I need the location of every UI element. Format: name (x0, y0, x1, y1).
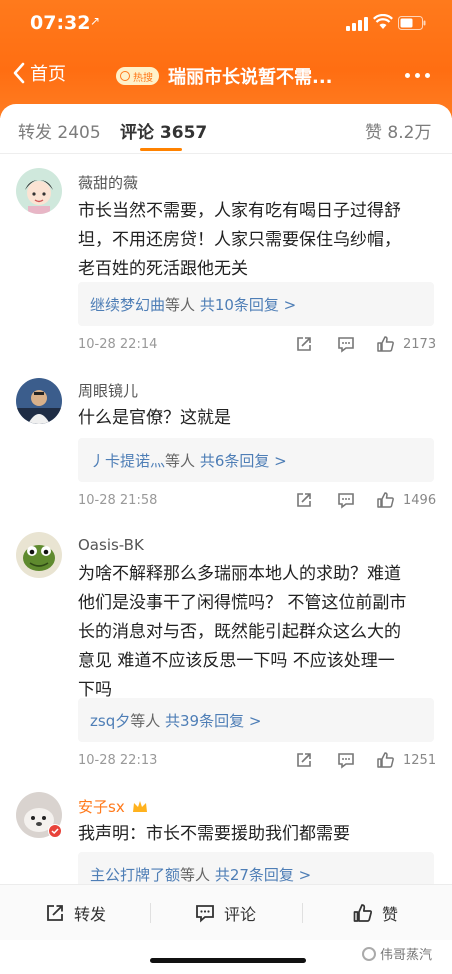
comment-text: 我声明：市长不需要援助我们都需要 (78, 824, 350, 844)
verified-badge-icon (48, 824, 62, 838)
hot-badge-label: 热搜 (133, 72, 153, 84)
status-bar: 07:32 ↗ (0, 0, 452, 48)
crown-icon (133, 801, 148, 812)
tab-repost[interactable]: 转发 2405 (18, 118, 101, 143)
active-tab-indicator (140, 148, 182, 151)
share-icon[interactable] (294, 750, 314, 770)
username[interactable]: 安子sx (78, 796, 148, 817)
username[interactable]: 薇甜的薇 (78, 172, 138, 193)
repost-button[interactable]: 转发 (44, 901, 106, 925)
divider (302, 903, 303, 923)
comment-icon[interactable] (336, 750, 356, 770)
cellular-signal-icon (346, 17, 368, 31)
like-button[interactable]: 赞 (352, 901, 398, 925)
watermark: 伟哥蒸汽 (362, 944, 432, 963)
share-icon[interactable] (294, 334, 314, 354)
avatar[interactable] (16, 378, 62, 424)
like-count: 1496 (403, 493, 437, 508)
hot-search-badge[interactable]: 热搜 (116, 67, 159, 85)
comment-icon[interactable] (336, 334, 356, 354)
back-label: 首页 (30, 64, 66, 85)
thumbs-up-icon[interactable] (376, 334, 396, 354)
thumbs-up-icon[interactable] (376, 490, 396, 510)
wifi-icon (373, 14, 393, 29)
like-count: 2173 (403, 337, 437, 352)
reply-summary[interactable]: 继续梦幻曲等人 共10条回复 > (78, 282, 434, 326)
like-count: 1251 (403, 753, 437, 768)
avatar[interactable] (16, 168, 62, 214)
username[interactable]: 周眼镜儿 (78, 380, 138, 401)
comment-date: 10-28 22:13 (78, 753, 158, 768)
comment-button[interactable]: 评论 (194, 901, 256, 925)
tab-like[interactable]: 赞 8.2万 (365, 118, 431, 143)
bottom-action-bar: 转发 评论 赞 (0, 884, 452, 940)
comment-text: 什么是官僚？这就是 (78, 408, 231, 428)
share-icon[interactable] (294, 490, 314, 510)
nav-bar: 首页 热搜 瑞丽市长说暂不需... (0, 56, 452, 96)
home-indicator[interactable] (150, 958, 306, 963)
location-arrow-icon: ↗ (90, 14, 101, 28)
page-title: 瑞丽市长说暂不需... (168, 67, 333, 88)
tab-bar: 转发 2405 评论 3657 赞 8.2万 (0, 104, 452, 154)
divider (150, 903, 151, 923)
repost-label: 转发 (74, 905, 107, 924)
wechat-logo-icon (362, 946, 376, 961)
comment-icon[interactable] (336, 490, 356, 510)
comment-meta: 10-28 22:13 1251 (78, 750, 436, 772)
comment-text: 为啥不解释那么多瑞丽本地人的求助？难道 他们是没事干了闲得慌吗？ 不管这位前副市长… (78, 564, 407, 700)
battery-icon (398, 16, 426, 30)
comment-label: 评论 (224, 905, 257, 924)
chevron-left-icon (13, 62, 25, 84)
reply-summary[interactable]: zsq夕等人 共39条回复 > (78, 698, 434, 742)
back-button[interactable]: 首页 (12, 60, 66, 86)
thumbs-up-icon[interactable] (376, 750, 396, 770)
reply-summary[interactable]: 丿卡提诺灬等人 共6条回复 > (78, 438, 434, 482)
status-time: 07:32 (30, 12, 91, 34)
repost-icon (47, 905, 63, 921)
comment-date: 10-28 21:58 (78, 493, 158, 508)
tab-comment[interactable]: 评论 3657 (120, 118, 207, 143)
thumbs-up-icon (353, 904, 373, 922)
comment-text: 市长当然不需要，人家有吃有喝日子过得舒 坦，不用还房贷！人家只需要保住乌纱帽， 老百… (78, 201, 401, 279)
search-icon (120, 71, 130, 81)
avatar[interactable] (16, 532, 62, 578)
top-header: 07:32 ↗ 首页 热搜 瑞丽市长说暂不需... (0, 0, 452, 118)
comment-date: 10-28 22:14 (78, 337, 158, 352)
comment-meta: 10-28 22:14 2173 (78, 334, 436, 356)
watermark-text: 伟哥蒸汽 (380, 948, 433, 963)
username[interactable]: Oasis-BK (78, 536, 144, 554)
comment-meta: 10-28 21:58 1496 (78, 490, 436, 512)
comment-icon (196, 905, 214, 923)
more-menu-icon[interactable] (405, 73, 430, 78)
like-label: 赞 (382, 905, 399, 924)
